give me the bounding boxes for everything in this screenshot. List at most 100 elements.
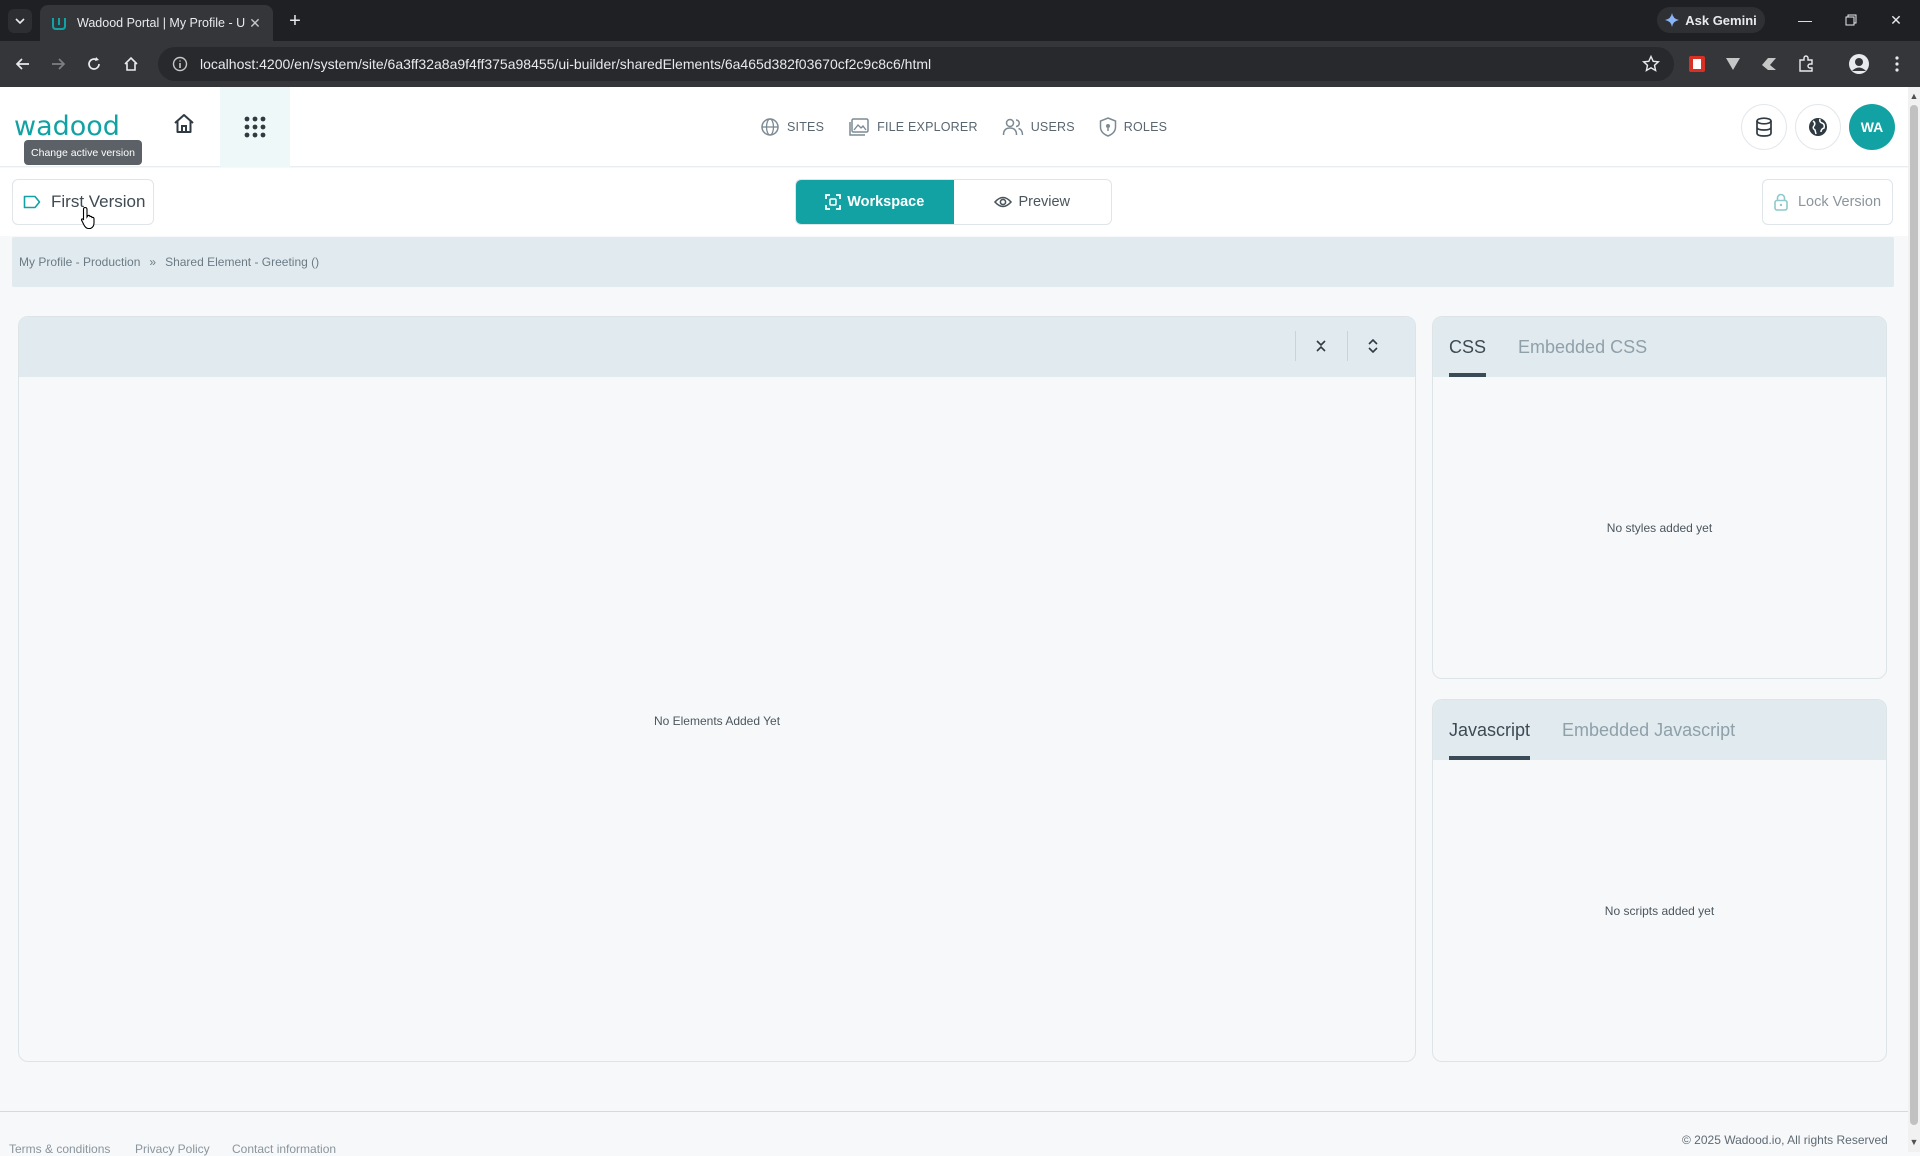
- nav-item-sites[interactable]: SITES: [760, 117, 824, 137]
- tab-embedded-javascript[interactable]: Embedded Javascript: [1562, 700, 1735, 760]
- back-arrow-icon[interactable]: [10, 51, 36, 77]
- breadcrumb-item[interactable]: Shared Element - Greeting (): [165, 255, 319, 269]
- new-tab-button[interactable]: +: [283, 9, 307, 33]
- browser-tab[interactable]: Wadood Portal | My Profile - Ui ✕: [40, 5, 273, 41]
- close-tab-icon[interactable]: ✕: [247, 15, 263, 31]
- close-window-icon[interactable]: ✕: [1883, 8, 1909, 32]
- css-panel-header: CSS Embedded CSS: [1433, 317, 1886, 377]
- ask-gemini-button[interactable]: Ask Gemini: [1657, 7, 1765, 33]
- vertical-scrollbar[interactable]: ▲ ▼: [1908, 87, 1920, 1152]
- active-version-label: First Version: [51, 192, 146, 211]
- restore-window-icon[interactable]: [1838, 8, 1864, 32]
- tab-css[interactable]: CSS: [1449, 317, 1487, 377]
- view-mode-toggle: Workspace Preview: [795, 179, 1112, 225]
- preview-label: Preview: [1018, 194, 1071, 210]
- database-button[interactable]: [1741, 104, 1787, 150]
- ask-gemini-label: Ask Gemini: [1685, 12, 1757, 28]
- wadood-logo[interactable]: wadood: [14, 111, 144, 141]
- chevron-down-icon: [15, 18, 25, 25]
- workspace-panel: No Elements Added Yet: [18, 316, 1416, 1062]
- shield-icon: [1099, 117, 1117, 137]
- reload-icon[interactable]: [81, 51, 107, 77]
- user-avatar[interactable]: WA: [1849, 104, 1895, 150]
- globe-icon: [761, 118, 779, 136]
- scroll-down-icon[interactable]: ▼: [1908, 1135, 1920, 1149]
- images-icon: [849, 118, 869, 136]
- focus-frame-icon: [825, 194, 842, 210]
- home-icon[interactable]: [118, 51, 144, 77]
- css-tabs: CSS Embedded CSS: [1449, 317, 1647, 377]
- mouse-cursor-icon: [80, 206, 98, 230]
- extension-tag-icon[interactable]: [1758, 53, 1780, 75]
- apps-grid-button[interactable]: [220, 87, 290, 167]
- browser-toolbar: localhost:4200/en/system/site/6a3ff32a8a…: [0, 41, 1920, 87]
- collapse-all-button[interactable]: [1295, 331, 1345, 361]
- collapse-icon: [1315, 340, 1326, 352]
- wadood-logo-icon: wadood: [14, 111, 120, 141]
- expand-icon: [1367, 339, 1378, 353]
- tab-embedded-css[interactable]: Embedded CSS: [1518, 317, 1647, 377]
- css-panel: CSS Embedded CSS No styles added yet: [1432, 316, 1887, 679]
- forward-arrow-icon[interactable]: [45, 51, 71, 77]
- tooltip: Change active version: [24, 140, 142, 165]
- browser-menu-icon[interactable]: [1886, 53, 1908, 75]
- globe-filled-icon: [1809, 118, 1827, 136]
- css-empty-text: No styles added yet: [1606, 521, 1713, 535]
- workspace-panel-header: [19, 317, 1415, 377]
- tab-javascript[interactable]: Javascript: [1449, 700, 1531, 760]
- workspace-empty-text: No Elements Added Yet: [653, 714, 781, 728]
- nav-item-file-explorer[interactable]: FILE EXPLORER: [848, 117, 978, 137]
- javascript-panel: Javascript Embedded Javascript No script…: [1432, 699, 1887, 1062]
- language-button[interactable]: [1795, 104, 1841, 150]
- home-icon: [174, 114, 194, 133]
- nav-item-users[interactable]: USERS: [1002, 117, 1075, 137]
- nav-item-label: SITES: [787, 120, 825, 134]
- javascript-empty-text: No scripts added yet: [1604, 904, 1715, 918]
- home-button[interactable]: [172, 112, 198, 138]
- database-icon: [1756, 117, 1772, 137]
- url-text: localhost:4200/en/system/site/6a3ff32a8a…: [200, 56, 932, 72]
- lock-version-button[interactable]: Lock Version: [1762, 179, 1893, 225]
- javascript-tabs: Javascript Embedded Javascript: [1449, 700, 1735, 760]
- footer-divider: [0, 1111, 1908, 1112]
- browser-tab-title: Wadood Portal | My Profile - Ui: [77, 16, 245, 30]
- apps-grid-icon: [244, 116, 266, 138]
- nav-item-label: FILE EXPLORER: [877, 120, 978, 134]
- bookmark-star-icon[interactable]: [1642, 55, 1660, 73]
- copyright-text: © 2025 Wadood.io, All rights Reserved: [1682, 1133, 1888, 1147]
- extensions-puzzle-icon[interactable]: [1795, 53, 1817, 75]
- lock-icon: [1774, 193, 1788, 211]
- extension-red-icon[interactable]: [1686, 53, 1708, 75]
- workspace-tab[interactable]: Workspace: [796, 180, 954, 224]
- nav-item-roles[interactable]: ROLES: [1099, 117, 1167, 137]
- tab-search-button[interactable]: [8, 9, 32, 33]
- wadood-favicon-icon: [52, 18, 66, 30]
- expand-all-button[interactable]: [1347, 331, 1397, 361]
- eye-icon: [994, 196, 1013, 208]
- nav-item-label: ROLES: [1123, 120, 1168, 134]
- preview-tab[interactable]: Preview: [954, 180, 1112, 224]
- address-bar[interactable]: localhost:4200/en/system/site/6a3ff32a8a…: [158, 47, 1674, 81]
- users-icon: [1002, 118, 1023, 136]
- footer-link-privacy[interactable]: Privacy Policy: [135, 1142, 210, 1156]
- tag-icon: [23, 195, 41, 209]
- logo-text: wadood: [14, 111, 120, 141]
- javascript-panel-header: Javascript Embedded Javascript: [1433, 700, 1886, 760]
- scroll-up-icon[interactable]: ▲: [1908, 89, 1920, 103]
- minimize-window-icon[interactable]: —: [1792, 8, 1818, 32]
- breadcrumb-separator: »: [149, 255, 157, 269]
- extension-v-icon[interactable]: [1722, 53, 1744, 75]
- profile-avatar-icon[interactable]: [1848, 53, 1870, 75]
- scrollbar-thumb[interactable]: [1910, 105, 1918, 1125]
- nav-item-label: USERS: [1030, 120, 1075, 134]
- site-info-icon[interactable]: [172, 56, 188, 72]
- browser-tab-strip: Wadood Portal | My Profile - Ui ✕ + Ask …: [0, 0, 1920, 41]
- breadcrumb: My Profile - Production » Shared Element…: [12, 237, 1894, 287]
- breadcrumb-item[interactable]: My Profile - Production: [19, 255, 140, 269]
- lock-version-label: Lock Version: [1797, 194, 1882, 210]
- footer-link-contact[interactable]: Contact information: [232, 1142, 336, 1156]
- main-nav: SITES FILE EXPLORER USERS ROLES: [760, 112, 1191, 142]
- workspace-label: Workspace: [847, 194, 925, 210]
- footer-link-terms[interactable]: Terms & conditions: [9, 1142, 110, 1156]
- gemini-sparkle-icon: [1665, 13, 1680, 27]
